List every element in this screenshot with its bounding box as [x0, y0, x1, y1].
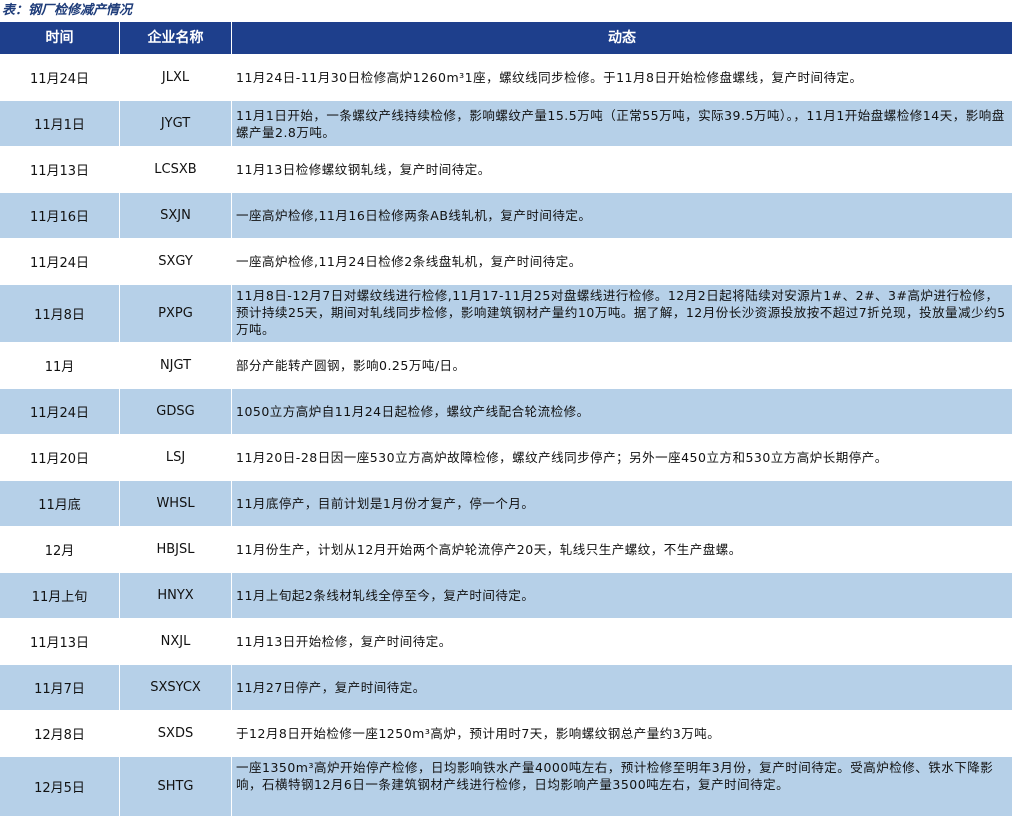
table-row: 12月 HBJSL 11月份生产，计划从12月开始两个高炉轮流停产20天，轧线只…: [0, 527, 1012, 573]
cell-time: 12月: [0, 527, 120, 572]
table-row: 11月8日 PXPG 11月8日-12月7日对螺纹线进行检修,11月17-11月…: [0, 285, 1012, 343]
cell-time: 11月13日: [0, 619, 120, 664]
cell-news: 11月份生产，计划从12月开始两个高炉轮流停产20天，轧线只生产螺纹，不生产盘螺…: [236, 542, 742, 557]
cell-time: 11月底: [0, 481, 120, 526]
cell-news: 部分产能转产圆钢，影响0.25万吨/日。: [236, 358, 466, 373]
table-caption: 表：钢厂检修减产情况: [2, 3, 133, 18]
table-row: 11月20日 LSJ 11月20日-28日因一座530立方高炉故障检修，螺纹产线…: [0, 435, 1012, 481]
cell-time: 11月上旬: [0, 573, 120, 618]
cell-company: HBJSL: [120, 527, 232, 572]
cell-company: LCSXB: [120, 147, 232, 192]
table-row: 12月5日 SHTG 一座1350m³高炉开始停产检修，日均影响铁水产量4000…: [0, 757, 1012, 817]
cell-news: 11月13日检修螺纹钢轧线，复产时间待定。: [236, 162, 491, 177]
cell-news: 11月8日-12月7日对螺纹线进行检修,11月17-11月25对盘螺线进行检修。…: [236, 288, 1006, 337]
header-time: 时间: [0, 22, 120, 54]
table-row: 11月7日 SXSYCX 11月27日停产，复产时间待定。: [0, 665, 1012, 711]
cell-time: 12月5日: [0, 757, 120, 816]
cell-company: PXPG: [120, 285, 232, 342]
cell-time: 11月7日: [0, 665, 120, 710]
cell-time: 12月8日: [0, 711, 120, 756]
table-row: 11月上旬 HNYX 11月上旬起2条线材轧线全停至今，复产时间待定。: [0, 573, 1012, 619]
cell-time: 11月1日: [0, 101, 120, 146]
cell-time: 11月20日: [0, 435, 120, 480]
cell-news: 11月20日-28日因一座530立方高炉故障检修，螺纹产线同步停产；另外一座45…: [236, 450, 888, 465]
table-row: 11月 NJGT 部分产能转产圆钢，影响0.25万吨/日。: [0, 343, 1012, 389]
cell-company: LSJ: [120, 435, 232, 480]
cell-company: NXJL: [120, 619, 232, 664]
table-row: 12月8日 SXDS 于12月8日开始检修一座1250m³高炉，预计用时7天，影…: [0, 711, 1012, 757]
cell-news: 一座高炉检修,11月24日检修2条线盘轧机，复产时间待定。: [236, 254, 582, 269]
cell-news: 一座高炉检修,11月16日检修两条AB线轧机，复产时间待定。: [236, 208, 592, 223]
cell-news: 11月底停产，目前计划是1月份才复产，停一个月。: [236, 496, 535, 511]
table-row: 11月24日 GDSG 1050立方高炉自11月24日起检修，螺纹产线配合轮流检…: [0, 389, 1012, 435]
table-row: 11月13日 NXJL 11月13日开始检修，复产时间待定。: [0, 619, 1012, 665]
table-row: 11月24日 JLXL 11月24日-11月30日检修高炉1260m³1座，螺纹…: [0, 55, 1012, 101]
cell-company: SXDS: [120, 711, 232, 756]
table-row: 11月底 WHSL 11月底停产，目前计划是1月份才复产，停一个月。: [0, 481, 1012, 527]
cell-news: 11月27日停产，复产时间待定。: [236, 680, 426, 695]
table-row: 11月13日 LCSXB 11月13日检修螺纹钢轧线，复产时间待定。: [0, 147, 1012, 193]
header-company: 企业名称: [120, 22, 232, 54]
cell-company: SHTG: [120, 757, 232, 816]
table-row: 11月24日 SXGY 一座高炉检修,11月24日检修2条线盘轧机，复产时间待定…: [0, 239, 1012, 285]
cell-time: 11月16日: [0, 193, 120, 238]
cell-company: SXGY: [120, 239, 232, 284]
cell-company: SXJN: [120, 193, 232, 238]
cell-company: NJGT: [120, 343, 232, 388]
cell-company: WHSL: [120, 481, 232, 526]
cell-company: JLXL: [120, 55, 232, 100]
cell-company: GDSG: [120, 389, 232, 434]
cell-news: 11月13日开始检修，复产时间待定。: [236, 634, 452, 649]
cell-time: 11月24日: [0, 239, 120, 284]
cell-news: 11月24日-11月30日检修高炉1260m³1座，螺纹线同步检修。于11月8日…: [236, 70, 863, 85]
table-header: 时间 企业名称 动态: [0, 22, 1012, 55]
table-row: 11月16日 SXJN 一座高炉检修,11月16日检修两条AB线轧机，复产时间待…: [0, 193, 1012, 239]
cell-time: 11月24日: [0, 389, 120, 434]
cell-company: JYGT: [120, 101, 232, 146]
cell-news: 11月上旬起2条线材轧线全停至今，复产时间待定。: [236, 588, 535, 603]
cell-news: 1050立方高炉自11月24日起检修，螺纹产线配合轮流检修。: [236, 404, 590, 419]
cell-time: 11月8日: [0, 285, 120, 342]
table-row: 11月1日 JYGT 11月1日开始，一条螺纹产线持续检修，影响螺纹产量15.5…: [0, 101, 1012, 147]
cell-news: 于12月8日开始检修一座1250m³高炉，预计用时7天，影响螺纹钢总产量约3万吨…: [236, 726, 721, 741]
cell-time: 11月24日: [0, 55, 120, 100]
cell-news: 一座1350m³高炉开始停产检修，日均影响铁水产量4000吨左右，预计检修至明年…: [236, 760, 994, 792]
cell-company: SXSYCX: [120, 665, 232, 710]
cell-company: HNYX: [120, 573, 232, 618]
cell-news: 11月1日开始，一条螺纹产线持续检修，影响螺纹产量15.5万吨（正常55万吨，实…: [236, 107, 1005, 140]
header-news: 动态: [608, 30, 636, 46]
cell-time: 11月: [0, 343, 120, 388]
cell-time: 11月13日: [0, 147, 120, 192]
maintenance-table: 时间 企业名称 动态 11月24日 JLXL 11月24日-11月30日检修高炉…: [0, 22, 1012, 817]
